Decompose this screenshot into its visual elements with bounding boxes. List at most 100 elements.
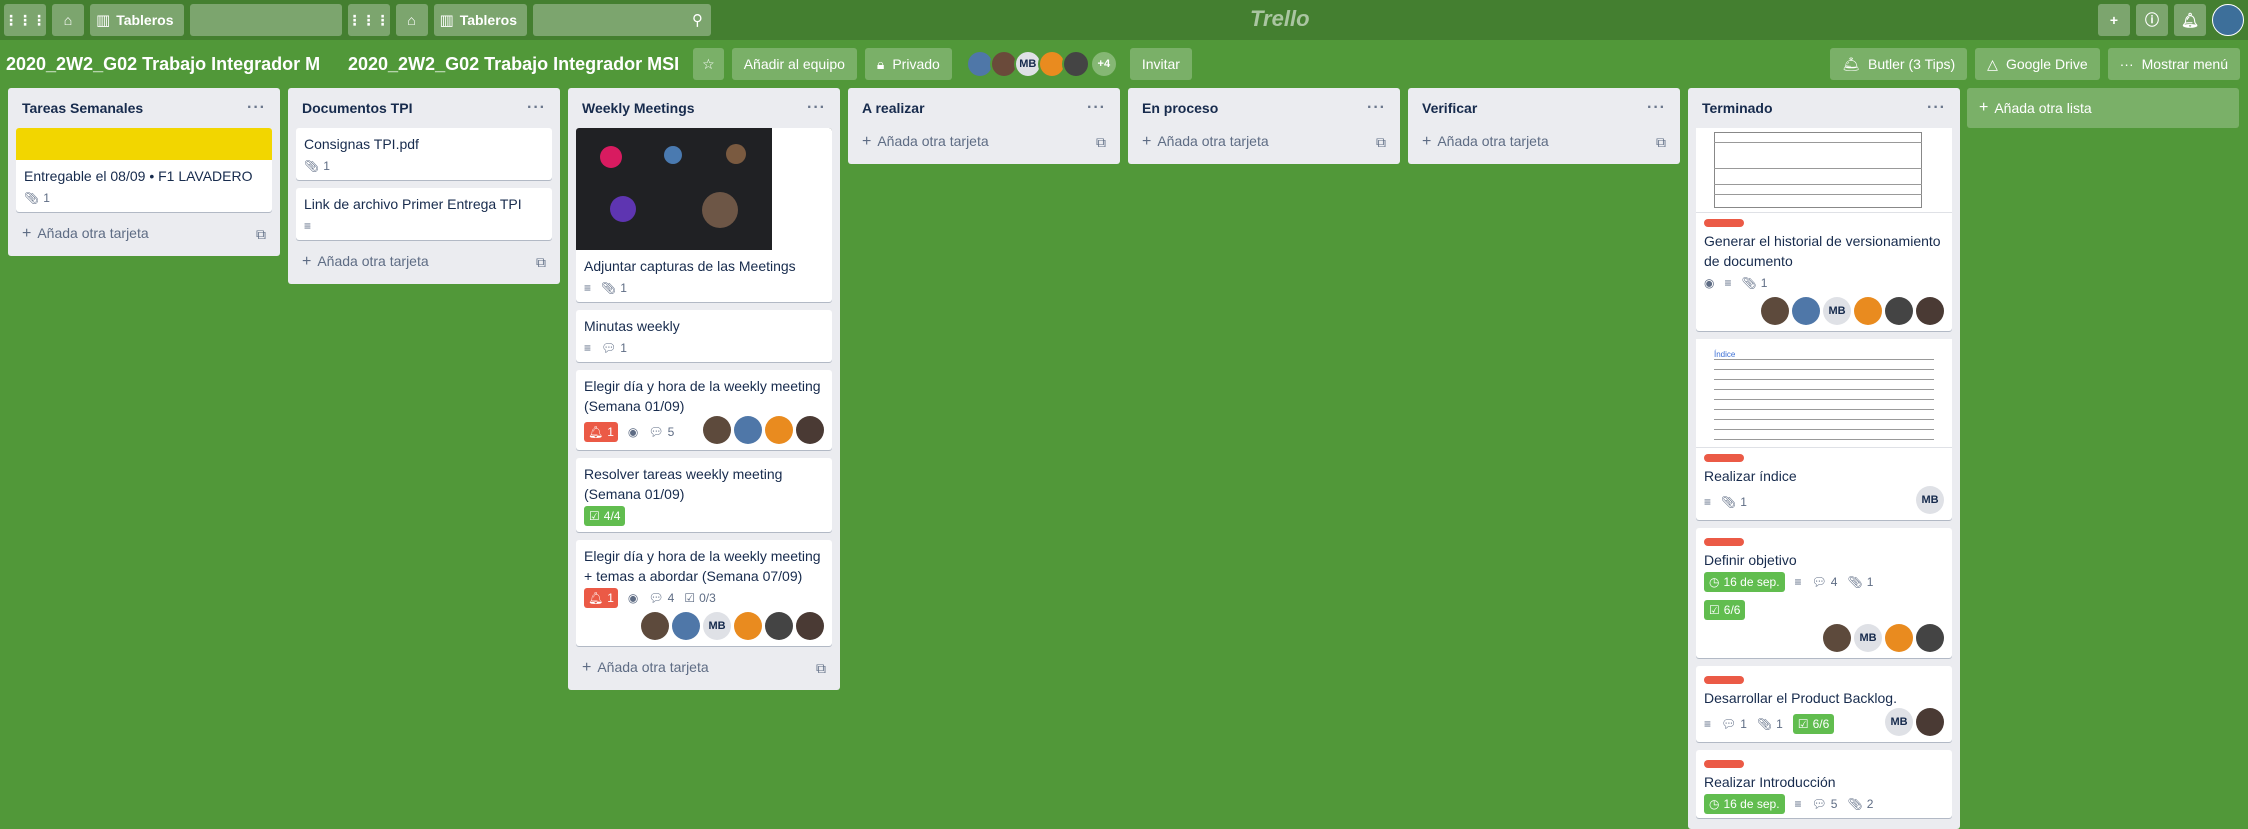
card[interactable]: Adjuntar capturas de las Meetings ≡ 📎︎ 1 (576, 128, 832, 302)
notifications-button[interactable]: 🔔︎ (2174, 4, 2206, 36)
paperclip-icon: 📎︎ (1741, 276, 1757, 290)
card[interactable]: Minutas weekly ≡ 💬︎ 1 (576, 310, 832, 362)
list-title[interactable]: En proceso (1142, 100, 1218, 116)
butler-button[interactable]: 🛎︎ Butler (3 Tips) (1830, 48, 1968, 80)
create-button[interactable]: + (2098, 4, 2130, 36)
avatar[interactable] (1761, 297, 1789, 325)
board-title[interactable]: 2020_2W2_G02 Trabajo Integrador MSI (342, 48, 685, 80)
paperclip-icon: 📎︎ (1847, 575, 1863, 589)
avatar[interactable] (734, 416, 762, 444)
due-date-badge: ◷ 16 de sep. (1704, 794, 1785, 814)
avatar[interactable] (734, 612, 762, 640)
avatar[interactable] (1916, 624, 1944, 652)
home-button-2[interactable]: ⌂ (395, 4, 428, 36)
more-dots-icon[interactable]: ··· (1927, 99, 1946, 117)
comment-badge: 💬︎ 1 (601, 338, 627, 358)
description-icon: ≡ (1794, 797, 1802, 811)
boards-button[interactable]: ▥ Tableros (90, 4, 184, 36)
add-card-button[interactable]: + Añada otra tarjeta ⧉ (576, 654, 832, 682)
apps-button-2[interactable]: ⋮⋮⋮ (347, 4, 390, 36)
checklist-count: 6/6 (1723, 603, 1741, 617)
bell-icon: 🔔︎ (2181, 11, 2199, 28)
card-template-icon[interactable]: ⧉ (1656, 134, 1666, 151)
avatar[interactable] (1792, 297, 1820, 325)
add-card-button[interactable]: + Añada otra tarjeta ⧉ (1136, 128, 1392, 156)
avatar[interactable] (703, 416, 731, 444)
card-template-icon[interactable]: ⧉ (816, 660, 826, 677)
jump-to-input[interactable] (189, 4, 342, 36)
more-dots-icon[interactable]: ··· (1087, 99, 1106, 117)
account-avatar[interactable] (2212, 4, 2244, 36)
card[interactable]: Definir objetivo ◷ 16 de sep. ≡ 💬︎ 4 📎︎ 1 ☑… (1696, 528, 1952, 658)
card[interactable]: Entregable el 08/09 • F1 LAVADERO 📎︎ 1 (16, 128, 272, 212)
avatar[interactable] (1885, 624, 1913, 652)
card[interactable]: Elegir día y hora de la weekly meeting +… (576, 540, 832, 646)
info-button[interactable]: ⓘ (2136, 4, 2168, 36)
show-menu-button[interactable]: ··· Mostrar menú (2107, 48, 2240, 80)
card-template-icon[interactable]: ⧉ (1376, 134, 1386, 151)
avatar[interactable] (765, 416, 793, 444)
trello-logo[interactable]: Trello (1250, 6, 1310, 32)
avatar-initials[interactable]: MB (1823, 297, 1851, 325)
list-title[interactable]: Verificar (1422, 100, 1477, 116)
list-title[interactable]: Documentos TPI (302, 100, 412, 116)
list-title[interactable]: A realizar (862, 100, 925, 116)
add-card-button[interactable]: + Añada otra tarjeta ⧉ (1416, 128, 1672, 156)
avatar[interactable] (641, 612, 669, 640)
board-title-truncated[interactable]: 2020_2W2_G02 Trabajo Integrador M (0, 48, 342, 80)
add-card-button[interactable]: + Añada otra tarjeta ⧉ (16, 220, 272, 248)
more-dots-icon[interactable]: ··· (1367, 99, 1386, 117)
avatar[interactable] (1916, 708, 1944, 736)
avatar-initials[interactable]: MB (703, 612, 731, 640)
card[interactable]: Realizar Introducción ◷ 16 de sep. ≡ 💬︎ 5 … (1696, 750, 1952, 818)
more-dots-icon[interactable]: ··· (1647, 99, 1666, 117)
checklist-icon: ☑ (1709, 603, 1720, 617)
add-card-button[interactable]: + Añada otra tarjeta ⧉ (296, 248, 552, 276)
add-to-team-button[interactable]: Añadir al equipo (731, 48, 857, 80)
add-list-button[interactable]: + Añada otra lista (1967, 88, 2239, 128)
add-card-button[interactable]: + Añada otra tarjeta ⧉ (856, 128, 1112, 156)
more-dots-icon[interactable]: ··· (807, 99, 826, 117)
card-title: Realizar índice (1704, 468, 1797, 484)
card[interactable]: Índice Realizar índice ≡ 📎︎ 1 MB (1696, 339, 1952, 520)
card[interactable]: Elegir día y hora de la weekly meeting (… (576, 370, 832, 450)
more-dots-icon[interactable]: ··· (247, 99, 266, 117)
avatar[interactable] (796, 612, 824, 640)
more-dots-icon[interactable]: ··· (527, 99, 546, 117)
card-template-icon[interactable]: ⧉ (1096, 134, 1106, 151)
avatar-initials[interactable]: MB (1854, 624, 1882, 652)
card[interactable]: Link de archivo Primer Entrega TPI ≡ (296, 188, 552, 240)
list-title[interactable]: Terminado (1702, 100, 1773, 116)
visibility-button[interactable]: 🔒︎ Privado (864, 48, 952, 80)
boards-button-2[interactable]: ▥ Tableros (433, 4, 527, 36)
google-drive-button[interactable]: △ Google Drive (1975, 48, 2100, 80)
due-date: 16 de sep. (1723, 575, 1780, 589)
list-title[interactable]: Weekly Meetings (582, 100, 695, 116)
avatar[interactable] (1823, 624, 1851, 652)
avatar-initials[interactable]: MB (1885, 708, 1913, 736)
notification-count: 1 (607, 591, 614, 605)
card-template-icon[interactable]: ⧉ (256, 226, 266, 243)
card[interactable]: Resolver tareas weekly meeting (Semana 0… (576, 458, 832, 532)
avatar[interactable] (1916, 297, 1944, 325)
avatar[interactable] (1854, 297, 1882, 325)
avatar[interactable] (1885, 297, 1913, 325)
avatar[interactable] (672, 612, 700, 640)
apps-button[interactable]: ⋮⋮⋮ (4, 4, 46, 36)
home-button[interactable]: ⌂ (52, 4, 84, 36)
invite-button[interactable]: Invitar (1129, 48, 1192, 80)
avatar[interactable] (796, 416, 824, 444)
more-members-badge[interactable]: +4 (1089, 50, 1118, 78)
card[interactable]: Desarrollar el Product Backlog. ≡ 💬︎ 1 📎︎… (1696, 666, 1952, 742)
avatar[interactable] (1061, 50, 1090, 78)
avatar[interactable] (765, 612, 793, 640)
star-button[interactable]: ☆ (693, 48, 724, 80)
card[interactable]: Generar el historial de versionamiento d… (1696, 128, 1952, 331)
list-verificar: Verificar ··· + Añada otra tarjeta ⧉ (1408, 88, 1680, 164)
card[interactable]: Consignas TPI.pdf 📎︎ 1 (296, 128, 552, 180)
attachment-badge: 📎︎ 1 (24, 188, 50, 208)
avatar-initials[interactable]: MB (1916, 486, 1944, 514)
search-input[interactable]: ⚲ (533, 4, 711, 36)
list-title[interactable]: Tareas Semanales (22, 100, 143, 116)
card-template-icon[interactable]: ⧉ (536, 254, 546, 271)
